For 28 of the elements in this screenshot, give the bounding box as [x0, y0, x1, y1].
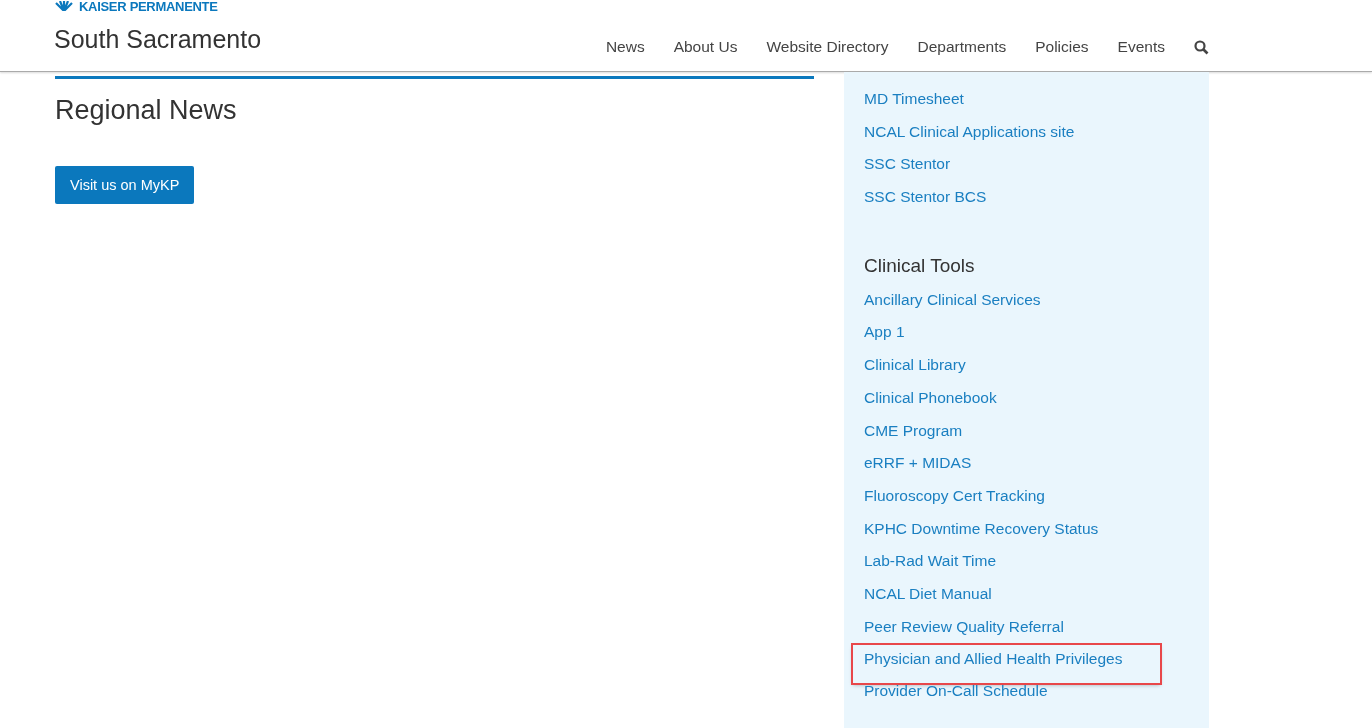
sidebar-link[interactable]: NCAL Diet Manual [864, 577, 992, 611]
sidebar-link[interactable]: Ancillary Clinical Services [864, 283, 1041, 317]
site-title[interactable]: South Sacramento [54, 25, 262, 54]
sidebar-link[interactable]: NCAL Clinical Applications site [864, 115, 1075, 149]
sidebar-link[interactable]: KPHC Downtime Recovery Status [864, 512, 1099, 546]
group-heading: Clinical Tools [864, 254, 975, 277]
sidebar-link[interactable]: App 1 [864, 316, 905, 350]
sidebar-link[interactable]: Clinical Phonebook [864, 381, 997, 415]
nav-link[interactable]: Departments [917, 38, 1007, 56]
logo-icon [54, 1, 74, 11]
sidebar-link[interactable]: CME Program [864, 414, 963, 448]
nav-link[interactable]: Events [1117, 38, 1165, 56]
sidebar-link[interactable]: SSC Stentor BCS [864, 181, 987, 214]
search-icon[interactable] [1194, 39, 1209, 55]
sidebar-link[interactable]: Lab-Rad Wait Time [864, 545, 997, 578]
section-heading: Regional News [55, 95, 238, 126]
sidebar-link[interactable]: eRRF + MIDAS [864, 447, 972, 480]
sidebar-link[interactable]: Fluoroscopy Cert Tracking [864, 479, 1045, 513]
logo-wordmark[interactable]: KAISER PERMANENTE [79, 0, 218, 14]
sidebar-link[interactable]: Clinical Library [864, 349, 966, 382]
nav-link[interactable]: Website Directory [766, 38, 889, 56]
nav-link[interactable]: Policies [1035, 38, 1089, 56]
nav-link[interactable]: News [605, 38, 645, 56]
visit-mykp-button[interactable]: Visit us on MyKP [55, 166, 195, 204]
sidebar-link[interactable]: MD Timesheet [864, 83, 964, 116]
sidebar-link[interactable]: SSC Stentor [864, 148, 951, 182]
nav-link[interactable]: About Us [673, 38, 738, 56]
sidebar-link[interactable]: Peer Review Quality Referral [864, 610, 1064, 644]
